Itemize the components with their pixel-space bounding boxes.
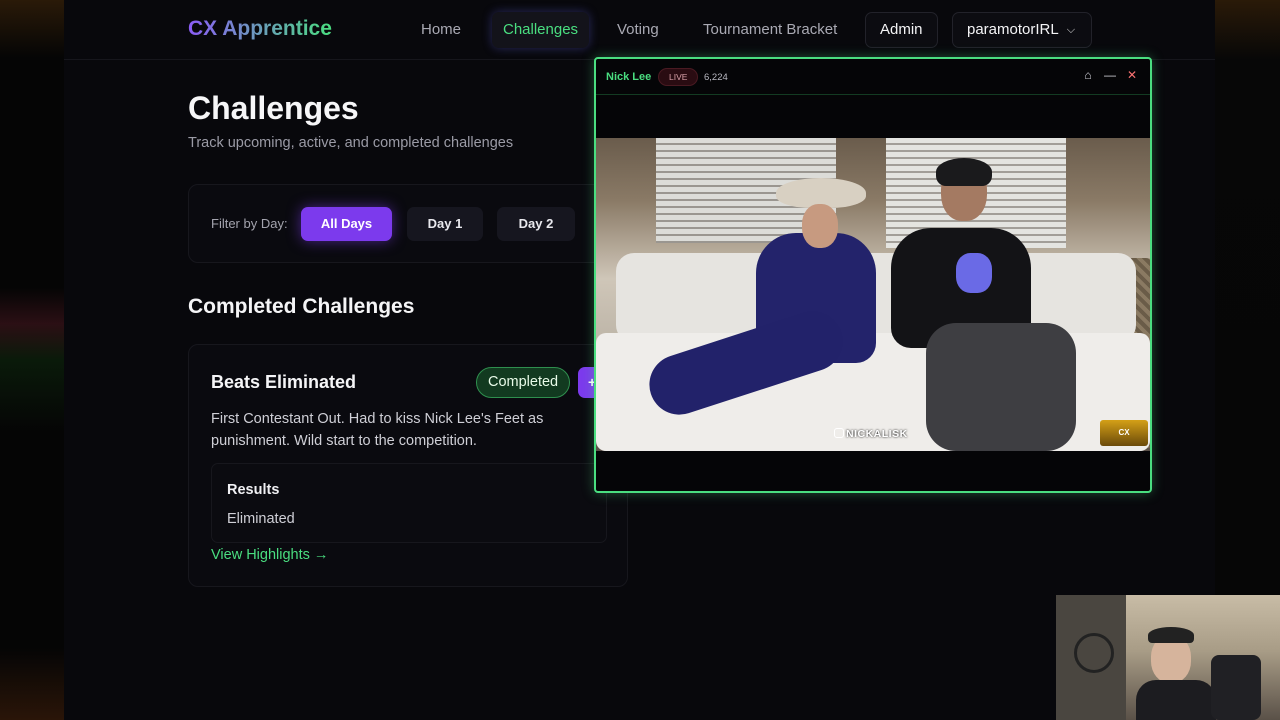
nav-voting[interactable]: Voting (606, 12, 670, 48)
floating-stream-player[interactable]: Nick Lee LIVE 6,224 ⌂ — ✕ NICKALISK CX (594, 57, 1152, 493)
section-title: Completed Challenges (188, 295, 415, 318)
admin-button[interactable]: Admin (865, 12, 938, 48)
stream-video[interactable]: NICKALISK CX (596, 138, 1150, 451)
brand-logo[interactable]: CX Apprentice (188, 17, 332, 41)
status-badge: Completed (476, 367, 571, 398)
webcam-person-headset (1148, 627, 1194, 643)
nav-challenges[interactable]: Challenges (492, 12, 590, 48)
blue-glove (956, 253, 992, 293)
challenge-description: First Contestant Out. Had to kiss Nick L… (211, 411, 544, 449)
webcam-person-body (1136, 680, 1216, 720)
top-nav: CX Apprentice Home Challenges Voting Tou… (64, 0, 1215, 60)
streamer-webcam-overlay (1056, 595, 1280, 720)
live-badge: LIVE (658, 68, 699, 86)
person-left-face (802, 204, 838, 248)
close-icon[interactable]: ✕ (1124, 68, 1140, 82)
viewer-count: 6,224 (704, 72, 728, 83)
results-value: Eliminated (227, 511, 295, 527)
challenge-card: Beats Eliminated Completed + First Conte… (188, 344, 628, 587)
player-header[interactable]: Nick Lee LIVE 6,224 ⌂ — ✕ (596, 59, 1150, 95)
webcam-chair (1211, 655, 1261, 720)
results-label: Results (227, 482, 280, 498)
stream-watermark: NICKALISK (834, 428, 908, 440)
webcam-cable-coil (1074, 633, 1114, 673)
filter-label: Filter by Day: (211, 216, 288, 231)
instagram-icon (834, 428, 844, 438)
view-highlights-link[interactable]: View Highlights → (211, 547, 328, 563)
results-box: Results Eliminated (211, 463, 607, 543)
minimize-icon[interactable]: — (1102, 68, 1118, 82)
filter-day-1[interactable]: Day 1 (407, 207, 483, 241)
challenge-title: Beats Eliminated (211, 372, 357, 392)
person-right-hair (936, 158, 992, 186)
page-title: Challenges (188, 90, 359, 126)
filter-day-2[interactable]: Day 2 (497, 207, 575, 241)
day-filter: Filter by Day: All Days Day 1 Day 2 (188, 184, 628, 263)
chevron-down-icon: ⌵ (1066, 24, 1076, 36)
home-icon[interactable]: ⌂ (1080, 68, 1096, 82)
person-right-legs (926, 323, 1076, 451)
show-logo: CX (1100, 420, 1148, 446)
streamer-name: Nick Lee (606, 71, 652, 83)
right-edge-background (1214, 0, 1280, 600)
user-name: paramotorIRL (967, 21, 1059, 38)
user-menu-button[interactable]: paramotorIRL ⌵ (952, 12, 1092, 48)
filter-all-days[interactable]: All Days (301, 207, 392, 241)
nav-home[interactable]: Home (410, 12, 472, 48)
left-edge-background (0, 0, 64, 720)
page-subtitle: Track upcoming, active, and completed ch… (188, 135, 514, 151)
nav-tournament-bracket[interactable]: Tournament Bracket (692, 12, 848, 48)
